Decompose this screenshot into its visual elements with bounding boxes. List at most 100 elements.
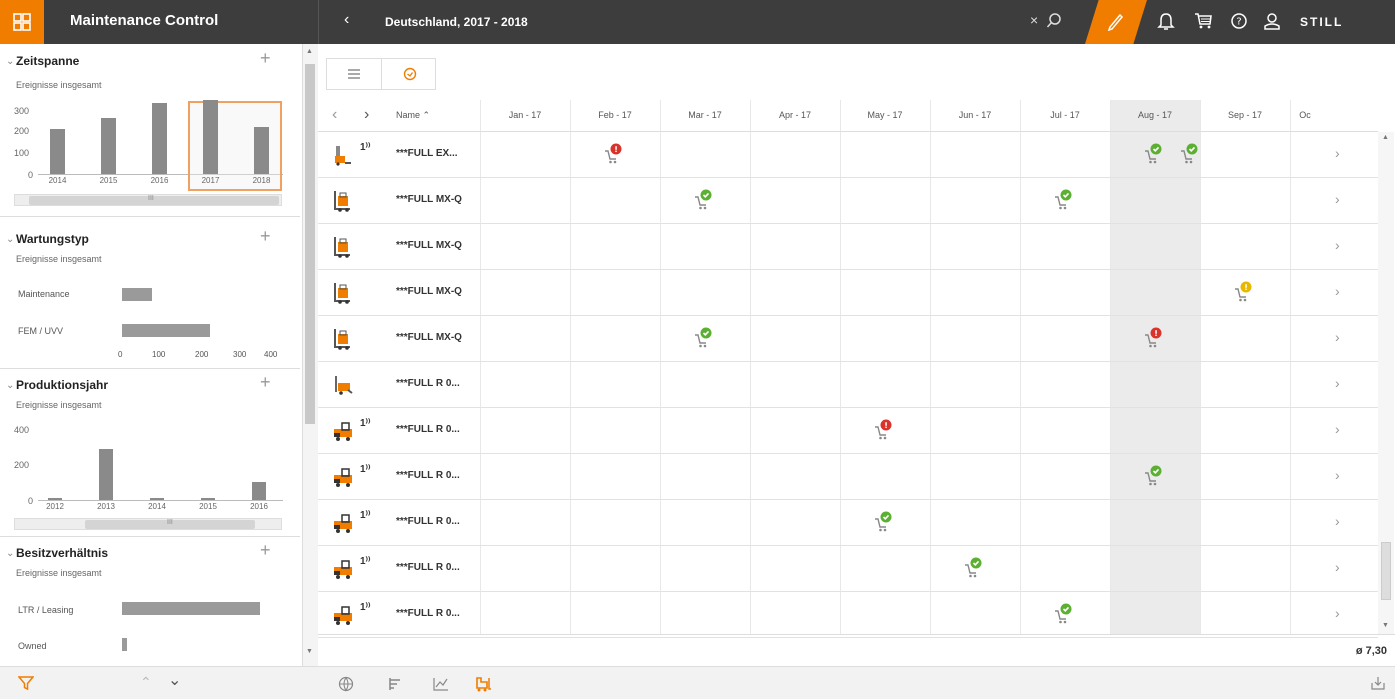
row-details-chevron-icon[interactable]: › — [1335, 605, 1340, 621]
maintenance-event-icon[interactable] — [692, 188, 716, 212]
table-row[interactable]: 1⁾⁾ ***FULL R 0... › — [318, 408, 1378, 454]
next-chevron-icon[interactable]: › — [364, 106, 369, 124]
bar[interactable] — [122, 638, 127, 651]
row-details-chevron-icon[interactable]: › — [1335, 513, 1340, 529]
row-details-chevron-icon[interactable]: › — [1335, 145, 1340, 161]
section-title[interactable]: Zeitspanne — [16, 54, 79, 68]
user-icon[interactable] — [1263, 11, 1281, 36]
truck-name[interactable]: ***FULL MX-Q — [396, 286, 462, 297]
add-icon[interactable]: + — [260, 540, 271, 561]
bar[interactable] — [150, 498, 164, 500]
filter-icon[interactable] — [17, 675, 35, 696]
row-details-chevron-icon[interactable]: › — [1335, 375, 1340, 391]
truck-name[interactable]: ***FULL R 0... — [396, 516, 460, 527]
add-icon[interactable]: + — [260, 372, 271, 393]
table-row[interactable]: ***FULL MX-Q › — [318, 224, 1378, 270]
back-chevron-icon[interactable]: ‹ — [344, 11, 349, 29]
maintenance-event-icon[interactable] — [1178, 142, 1202, 166]
bar[interactable] — [203, 100, 218, 174]
pencil-icon[interactable] — [1106, 11, 1124, 36]
scroll-thumb[interactable] — [29, 196, 279, 205]
table-row[interactable]: ***FULL R 0... › — [318, 362, 1378, 408]
line-chart-icon[interactable] — [432, 676, 450, 697]
row-details-chevron-icon[interactable]: › — [1335, 421, 1340, 437]
row-details-chevron-icon[interactable]: › — [1335, 329, 1340, 345]
scroll-thumb[interactable] — [1381, 542, 1391, 600]
maintenance-event-icon[interactable] — [1142, 142, 1166, 166]
table-row[interactable]: ***FULL MX-Q › — [318, 316, 1378, 362]
row-details-chevron-icon[interactable]: › — [1335, 559, 1340, 575]
app-grid-icon[interactable] — [0, 0, 44, 44]
table-row[interactable]: 1⁾⁾ ***FULL R 0... › — [318, 546, 1378, 592]
bar[interactable] — [201, 498, 215, 500]
collapse-chevron-icon[interactable]: ⌄ — [6, 380, 14, 391]
collapse-up-icon[interactable]: ⌃ — [140, 674, 152, 691]
maintenance-event-icon[interactable] — [872, 418, 896, 442]
row-details-chevron-icon[interactable]: › — [1335, 237, 1340, 253]
bar[interactable] — [252, 482, 266, 500]
collapse-chevron-icon[interactable]: ⌄ — [6, 56, 14, 67]
bar-chart-icon[interactable] — [388, 676, 404, 697]
maintenance-event-icon[interactable] — [1232, 280, 1256, 304]
maintenance-event-icon[interactable] — [962, 556, 986, 580]
truck-name[interactable]: ***FULL MX-Q — [396, 194, 462, 205]
grid-scrollbar[interactable]: ▲ ▼ — [1378, 132, 1394, 634]
row-details-chevron-icon[interactable]: › — [1335, 191, 1340, 207]
bar[interactable] — [48, 498, 62, 500]
table-row[interactable]: 1⁾⁾ ***FULL R 0... › — [318, 500, 1378, 546]
horizontal-scrollbar[interactable]: III — [14, 518, 282, 530]
globe-icon[interactable] — [338, 676, 354, 697]
truck-name[interactable]: ***FULL MX-Q — [396, 332, 462, 343]
sidebar-scrollbar[interactable]: ▲ ▼ — [302, 44, 318, 666]
add-icon[interactable]: + — [260, 48, 271, 69]
row-details-chevron-icon[interactable]: › — [1335, 283, 1340, 299]
table-row[interactable]: ***FULL MX-Q › — [318, 178, 1378, 224]
truck-name[interactable]: ***FULL R 0... — [396, 424, 460, 435]
collapse-chevron-icon[interactable]: ⌄ — [6, 548, 14, 559]
maintenance-event-icon[interactable] — [872, 510, 896, 534]
help-icon[interactable]: ? — [1230, 11, 1248, 36]
clear-icon[interactable]: × — [1030, 12, 1038, 28]
prev-chevron-icon[interactable]: ‹ — [332, 106, 337, 124]
maintenance-event-icon[interactable] — [602, 142, 626, 166]
table-row[interactable]: ***FULL MX-Q › — [318, 270, 1378, 316]
forklift-icon[interactable] — [474, 675, 492, 698]
list-view-tab[interactable] — [327, 59, 382, 89]
sort-name-header[interactable]: Name ⌃ — [396, 110, 430, 121]
bar[interactable] — [101, 118, 116, 174]
search-icon[interactable] — [1046, 12, 1062, 35]
truck-name[interactable]: ***FULL R 0... — [396, 608, 460, 619]
maintenance-event-icon[interactable] — [1142, 326, 1166, 350]
truck-name[interactable]: ***FULL MX-Q — [396, 240, 462, 251]
table-row[interactable]: 1⁾⁾ ***FULL EX... › — [318, 132, 1378, 178]
bar[interactable] — [122, 324, 210, 337]
table-row[interactable]: 1⁾⁾ ***FULL R 0... › — [318, 592, 1378, 638]
timeline-view-tab[interactable] — [382, 59, 437, 89]
bar[interactable] — [122, 602, 260, 615]
bell-icon[interactable] — [1157, 11, 1175, 36]
truck-name[interactable]: ***FULL R 0... — [396, 470, 460, 481]
truck-name[interactable]: ***FULL R 0... — [396, 378, 460, 389]
collapse-chevron-icon[interactable]: ⌄ — [6, 234, 14, 245]
maintenance-event-icon[interactable] — [692, 326, 716, 350]
section-title[interactable]: Besitzverhältnis — [16, 546, 108, 560]
maintenance-event-icon[interactable] — [1052, 188, 1076, 212]
truck-name[interactable]: ***FULL R 0... — [396, 562, 460, 573]
section-title[interactable]: Wartungstyp — [16, 232, 89, 246]
bar[interactable] — [254, 127, 269, 174]
bar[interactable] — [50, 129, 65, 174]
section-title[interactable]: Produktionsjahr — [16, 378, 108, 392]
cart-icon[interactable] — [1193, 11, 1213, 36]
bar[interactable] — [152, 103, 167, 174]
table-row[interactable]: 1⁾⁾ ***FULL R 0... › — [318, 454, 1378, 500]
bar[interactable] — [99, 449, 113, 500]
horizontal-scrollbar[interactable]: III — [14, 194, 282, 206]
scroll-thumb[interactable] — [305, 64, 315, 424]
maintenance-event-icon[interactable] — [1052, 602, 1076, 626]
add-icon[interactable]: + — [260, 226, 271, 247]
expand-down-icon[interactable]: ⌄ — [168, 670, 181, 690]
maintenance-event-icon[interactable] — [1142, 464, 1166, 488]
truck-name[interactable]: ***FULL EX... — [396, 148, 458, 159]
bar[interactable] — [122, 288, 152, 301]
row-details-chevron-icon[interactable]: › — [1335, 467, 1340, 483]
